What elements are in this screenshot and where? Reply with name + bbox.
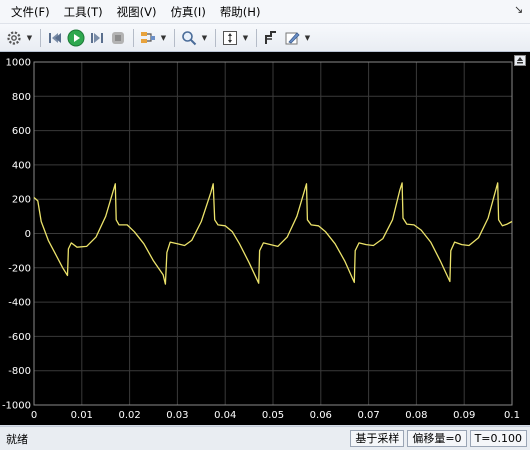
chevron-down-icon[interactable]: ▼ <box>159 28 168 48</box>
chevron-down-icon[interactable]: ▼ <box>25 28 34 48</box>
y-tick-label: 600 <box>12 126 31 137</box>
sampling-mode: 基于采样 <box>350 430 405 447</box>
menu-tools[interactable]: 工具(T) <box>57 0 110 24</box>
status-bar: 就绪 基于采样 偏移量=0 T=0.100 <box>0 426 530 450</box>
y-tick-label: 200 <box>12 195 31 206</box>
y-tick-label: -400 <box>8 298 31 309</box>
status-ready: 就绪 <box>6 432 28 446</box>
fit-axes-icon[interactable] <box>220 28 240 48</box>
highlight-icon[interactable] <box>138 28 158 48</box>
toolbar-separator <box>174 28 175 47</box>
y-tick-label: 0 <box>25 229 31 240</box>
x-tick-label: 0.07 <box>357 410 379 421</box>
menu-help[interactable]: 帮助(H) <box>213 0 268 24</box>
toolbar-separator <box>40 28 41 47</box>
toolbar-separator <box>215 28 216 47</box>
menu-bar: 文件(F) 工具(T) 视图(V) 仿真(I) 帮助(H) ↘ <box>0 0 530 24</box>
x-tick-label: 0.06 <box>310 410 332 421</box>
menu-file[interactable]: 文件(F) <box>4 0 57 24</box>
step-back-icon[interactable] <box>45 28 65 48</box>
toolbar-separator <box>133 28 134 47</box>
zoom-icon[interactable] <box>179 28 199 48</box>
toolbar-separator <box>256 28 257 47</box>
x-tick-label: 0 <box>31 410 37 421</box>
y-tick-label: -800 <box>8 366 31 377</box>
scope-chart: 0 0.01 0.02 0.03 0.04 0.05 0.06 0.07 0.08 0.09 0.1… <box>2 58 520 422</box>
y-tick-label: 400 <box>12 160 31 171</box>
x-tick-label: 0.04 <box>214 410 236 421</box>
chevron-down-icon[interactable]: ▼ <box>200 28 209 48</box>
step-forward-icon[interactable] <box>87 28 107 48</box>
x-tick-label: 0.09 <box>453 410 475 421</box>
x-tick-label: 0.1 <box>504 410 520 421</box>
y-tick-label: -200 <box>8 263 31 274</box>
toolbar: ▼ ▼ ▼ ▼ ▼ <box>0 24 530 52</box>
undock-icon[interactable] <box>514 55 526 66</box>
gear-icon[interactable] <box>4 28 24 48</box>
y-tick-label: 800 <box>12 92 31 103</box>
menu-simulation[interactable]: 仿真(I) <box>163 0 212 24</box>
time-value: T=0.100 <box>469 430 527 447</box>
chevron-down-icon[interactable]: ▼ <box>241 28 250 48</box>
scope-plot[interactable]: 0 0.01 0.02 0.03 0.04 0.05 0.06 0.07 0.08 0.09 0.1… <box>0 52 530 425</box>
stop-icon[interactable] <box>108 28 128 48</box>
y-tick-label: -1000 <box>2 401 31 412</box>
x-tick-label: 0.03 <box>166 410 188 421</box>
window-corner-icon[interactable]: ↘ <box>514 4 526 16</box>
offset-value: 偏移量=0 <box>407 430 467 447</box>
x-tick-label: 0.05 <box>262 410 284 421</box>
y-tick-label: -600 <box>8 332 31 343</box>
run-icon[interactable] <box>66 28 86 48</box>
cursor-measure-icon[interactable] <box>261 28 281 48</box>
x-tick-label: 0.08 <box>405 410 427 421</box>
chevron-down-icon[interactable]: ▼ <box>303 28 312 48</box>
menu-view[interactable]: 视图(V) <box>110 0 164 24</box>
style-icon[interactable] <box>282 28 302 48</box>
x-tick-label: 0.01 <box>71 410 93 421</box>
x-tick-label: 0.02 <box>118 410 140 421</box>
y-tick-label: 1000 <box>6 58 31 69</box>
